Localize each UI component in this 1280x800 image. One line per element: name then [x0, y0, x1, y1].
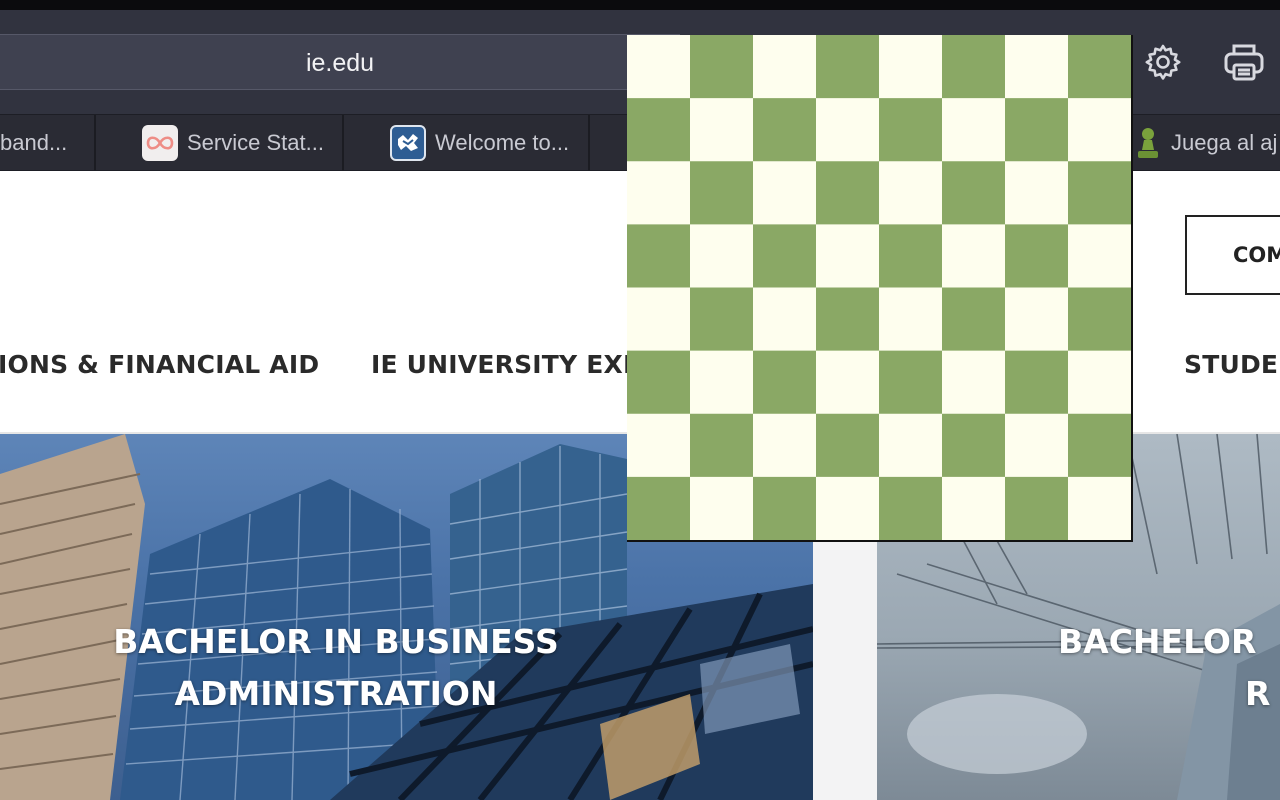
chess-square-d6[interactable]	[816, 161, 880, 225]
card-title-line1: BACHELOR	[1058, 622, 1257, 661]
card-title-line2: ADMINISTRATION	[174, 674, 498, 713]
chess-square-e4[interactable]	[879, 287, 943, 352]
chess-square-d3[interactable]	[816, 350, 880, 415]
nav-admissions-financial-aid[interactable]: IONS & FINANCIAL AID	[0, 350, 319, 379]
tab-divider	[94, 115, 96, 171]
chess-square-e6[interactable]	[879, 161, 943, 225]
chess-square-c1[interactable]	[753, 476, 817, 540]
nav-student[interactable]: STUDEN	[1184, 350, 1280, 379]
contact-button[interactable]: COM	[1185, 215, 1280, 295]
chess-square-e5[interactable]	[879, 224, 943, 289]
chess-square-b8[interactable]	[690, 35, 754, 99]
infinity-logo-icon	[142, 125, 178, 161]
tab-service-status[interactable]: Service Stat...	[142, 115, 342, 171]
chess-square-a2[interactable]	[627, 413, 691, 478]
chess-square-g6[interactable]	[1005, 161, 1069, 225]
chess-square-b4[interactable]	[690, 287, 754, 352]
chess-square-b1[interactable]	[690, 476, 754, 540]
screen: ie.edu band... Service Stat... Welcome t…	[0, 0, 1280, 800]
chess-square-d7[interactable]	[816, 98, 880, 162]
chess-square-h4[interactable]	[1068, 287, 1131, 352]
chess-square-g7[interactable]	[1005, 98, 1069, 162]
card-title-line1: BACHELOR IN BUSINESS	[113, 622, 559, 661]
chess-square-b7[interactable]	[690, 98, 754, 162]
card-title-line2: R	[1245, 674, 1271, 713]
tab-label: band...	[0, 130, 68, 155]
chess-square-g4[interactable]	[1005, 287, 1069, 352]
chess-square-b6[interactable]	[690, 161, 754, 225]
chess-square-c3[interactable]	[753, 350, 817, 415]
chess-square-c5[interactable]	[753, 224, 817, 289]
print-button[interactable]	[1222, 40, 1266, 84]
chess-square-a8[interactable]	[627, 35, 691, 99]
tab-welcome[interactable]: Welcome to...	[390, 115, 588, 171]
chess-square-a1[interactable]	[627, 476, 691, 540]
chess-square-b3[interactable]	[690, 350, 754, 415]
chess-square-e3[interactable]	[879, 350, 943, 415]
chessboard[interactable]	[627, 35, 1133, 542]
chess-square-e2[interactable]	[879, 413, 943, 478]
tab-divider	[588, 115, 590, 171]
chess-square-a4[interactable]	[627, 287, 691, 352]
chess-square-d8[interactable]	[816, 35, 880, 99]
chess-square-h2[interactable]	[1068, 413, 1131, 478]
chess-square-g1[interactable]	[1005, 476, 1069, 540]
chess-square-b2[interactable]	[690, 413, 754, 478]
chess-square-d1[interactable]	[816, 476, 880, 540]
chess-square-h5[interactable]	[1068, 224, 1131, 289]
chess-pawn-icon	[1133, 125, 1163, 161]
chess-square-e7[interactable]	[879, 98, 943, 162]
chess-square-f5[interactable]	[942, 224, 1006, 289]
chess-square-f8[interactable]	[942, 35, 1006, 99]
chess-square-f7[interactable]	[942, 98, 1006, 162]
chess-square-c8[interactable]	[753, 35, 817, 99]
chess-square-h6[interactable]	[1068, 161, 1131, 225]
chess-square-c2[interactable]	[753, 413, 817, 478]
tab-band[interactable]: band...	[0, 115, 94, 171]
chess-square-c6[interactable]	[753, 161, 817, 225]
chess-square-h3[interactable]	[1068, 350, 1131, 415]
nav-ie-university-experience[interactable]: IE UNIVERSITY EXP	[371, 350, 642, 379]
chess-square-e1[interactable]	[879, 476, 943, 540]
welcome-logo-icon	[390, 125, 426, 161]
chessboard-grid[interactable]	[627, 35, 1131, 540]
tab-label: Service Stat...	[187, 130, 324, 155]
tab-juega[interactable]: Juega al aj	[1133, 115, 1280, 171]
chess-square-f4[interactable]	[942, 287, 1006, 352]
chess-square-e8[interactable]	[879, 35, 943, 99]
chess-square-h1[interactable]	[1068, 476, 1131, 540]
chess-square-a3[interactable]	[627, 350, 691, 415]
window-top-edge	[0, 0, 1280, 10]
chess-square-a6[interactable]	[627, 161, 691, 225]
url-text[interactable]: ie.edu	[0, 35, 680, 91]
tab-label: Welcome to...	[435, 130, 570, 155]
chess-square-d4[interactable]	[816, 287, 880, 352]
tab-divider	[342, 115, 344, 171]
tab-label: Juega al aj	[1171, 130, 1278, 155]
chess-square-c7[interactable]	[753, 98, 817, 162]
chess-square-d2[interactable]	[816, 413, 880, 478]
chess-square-a7[interactable]	[627, 98, 691, 162]
address-bar[interactable]: ie.edu	[0, 34, 680, 90]
chess-square-d5[interactable]	[816, 224, 880, 289]
chess-square-h7[interactable]	[1068, 98, 1131, 162]
chess-square-f2[interactable]	[942, 413, 1006, 478]
chess-square-g2[interactable]	[1005, 413, 1069, 478]
chess-square-g5[interactable]	[1005, 224, 1069, 289]
printer-icon	[1223, 42, 1265, 82]
settings-button[interactable]	[1141, 40, 1185, 84]
chess-square-c4[interactable]	[753, 287, 817, 352]
chess-square-f3[interactable]	[942, 350, 1006, 415]
chess-square-g3[interactable]	[1005, 350, 1069, 415]
chess-square-a5[interactable]	[627, 224, 691, 289]
chess-square-g8[interactable]	[1005, 35, 1069, 99]
chess-square-f6[interactable]	[942, 161, 1006, 225]
gear-icon	[1144, 43, 1182, 81]
chess-square-f1[interactable]	[942, 476, 1006, 540]
chess-square-b5[interactable]	[690, 224, 754, 289]
chess-square-h8[interactable]	[1068, 35, 1131, 99]
